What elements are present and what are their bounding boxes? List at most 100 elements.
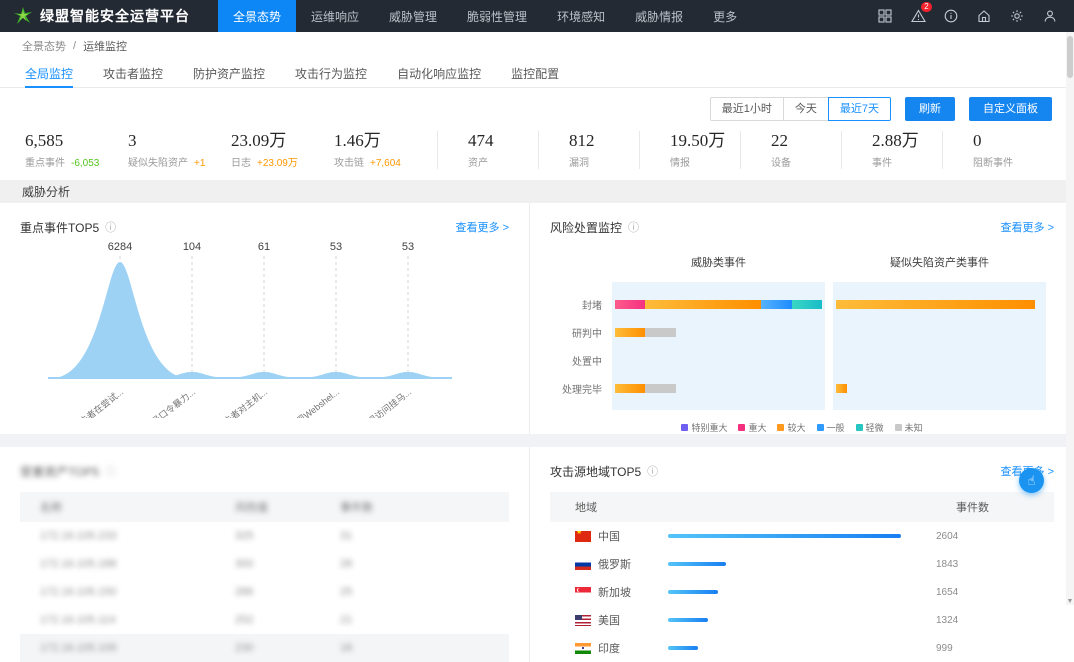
legend-swatch	[817, 424, 824, 431]
kpi-value: 812	[569, 131, 631, 151]
peak-category-label: 攻击者在尝试...	[70, 386, 125, 418]
country-flag-icon-sg	[575, 587, 591, 598]
peak-value-label: 104	[183, 241, 201, 253]
victim-cell-redacted: 31	[340, 530, 445, 542]
user-icon[interactable]	[1042, 8, 1058, 24]
info-circle-icon[interactable]: ⓘ	[105, 219, 116, 235]
time-range-last-7-days[interactable]: 最近7天	[828, 97, 891, 121]
region-table-rows: 中国2604俄罗斯1843新加坡1654美国1324印度999	[550, 522, 1054, 662]
risk-row-label: 研判中	[550, 325, 612, 340]
region-table-row: 美国1324	[550, 606, 1054, 634]
risk-bar-cell	[833, 346, 1046, 374]
kpi-value: 6,585	[25, 131, 120, 151]
victim-cell-redacted: 230	[235, 642, 340, 654]
kpi-value: 22	[771, 131, 833, 151]
victim-panel-title-redacted: 受害资产TOP5	[20, 463, 99, 480]
risk-bar-cell	[612, 402, 825, 410]
legend-swatch	[895, 424, 902, 431]
risk-bar-cell	[833, 282, 1046, 290]
nav-item-threat-intel[interactable]: 威胁情报	[620, 0, 698, 32]
kpi-value: 23.09万	[231, 131, 326, 151]
nav-item-more[interactable]: 更多	[698, 0, 752, 32]
time-range-today[interactable]: 今天	[783, 97, 829, 121]
main-menu: 全景态势 运维响应 威胁管理 脆弱性管理 环境感知 威胁情报 更多	[218, 0, 752, 32]
time-range-last-hour[interactable]: 最近1小时	[710, 97, 784, 121]
victim-assets-panel: 受害资产TOP5 ⓘ 名称 风险值 事件数 172.16.105.2333253…	[0, 447, 530, 662]
top-events-view-more-link[interactable]: 查看更多 >	[456, 219, 510, 235]
risk-row-label: 处置中	[550, 353, 612, 368]
tab-monitor-config[interactable]: 监控配置	[511, 59, 559, 87]
nav-item-panorama[interactable]: 全景态势	[218, 0, 296, 32]
tab-global-monitor[interactable]: 全局监控	[25, 59, 73, 87]
region-table-row: 新加坡1654	[550, 578, 1054, 606]
region-col-region: 地域	[550, 499, 597, 515]
victim-cell-redacted: 252	[235, 614, 340, 626]
legend-label: 较大	[787, 421, 805, 434]
apps-grid-icon[interactable]	[877, 8, 893, 24]
hand-pointer-icon[interactable]: ☝	[1019, 468, 1044, 493]
victim-cell-redacted: 172.16.105.114	[20, 614, 235, 626]
victim-cell-redacted: 172.16.105.188	[20, 558, 235, 570]
kpi-stat: 0阻断事件	[942, 131, 1043, 169]
alert-triangle-icon[interactable]: 2	[910, 8, 926, 24]
gear-icon[interactable]	[1009, 8, 1025, 24]
info-circle-icon[interactable]: ⓘ	[647, 463, 658, 479]
legend-item: 重大	[738, 421, 766, 434]
section-divider	[0, 434, 1074, 447]
region-panel-title: 攻击源地域TOP5	[550, 463, 641, 480]
scrollbar-thumb[interactable]	[1067, 36, 1073, 78]
victim-cell-redacted: 28	[340, 558, 445, 570]
legend-swatch	[738, 424, 745, 431]
victim-cell-redacted: 18	[340, 642, 445, 654]
risk-panel-view-more-link[interactable]: 查看更多 >	[1001, 219, 1055, 235]
peak-category-label: 账号口令暴力...	[142, 386, 197, 418]
risk-row-label: 封堵	[550, 297, 612, 312]
home-icon[interactable]	[976, 8, 992, 24]
breadcrumb-root[interactable]: 全景态势	[22, 38, 66, 54]
nav-item-ops-response[interactable]: 运维响应	[296, 0, 374, 32]
top-panels: 重点事件TOP5 ⓘ 查看更多 > 6284攻击者在尝试...104账号口令暴力…	[0, 203, 1074, 434]
victim-cell-redacted: 172.16.105.233	[20, 530, 235, 542]
alert-count-badge: 2	[921, 2, 932, 12]
custom-panel-button[interactable]: 自定义面板	[969, 97, 1052, 121]
risk-col-threat-events: 威胁类事件	[612, 254, 825, 270]
legend-item: 较大	[777, 421, 805, 434]
risk-bar-segment	[792, 300, 822, 309]
info-circle-icon[interactable]	[943, 8, 959, 24]
tab-protected-assets-monitor[interactable]: 防护资产监控	[193, 59, 265, 87]
tab-auto-response-monitor[interactable]: 自动化响应监控	[397, 59, 481, 87]
nav-item-threat-mgmt[interactable]: 威胁管理	[374, 0, 452, 32]
refresh-button[interactable]: 刷新	[905, 97, 955, 121]
kpi-label: 重点事件-6,053	[25, 154, 120, 169]
tab-attacker-monitor[interactable]: 攻击者监控	[103, 59, 163, 87]
region-bar-track	[668, 590, 918, 594]
page-scrollbar[interactable]: ▼	[1066, 32, 1074, 605]
info-circle-icon: ⓘ	[105, 463, 116, 479]
kpi-label: 日志+23.09万	[231, 154, 326, 169]
kpi-stat: 23.09万日志+23.09万	[231, 131, 334, 169]
risk-bar-segment	[645, 328, 676, 337]
tab-attack-behavior-monitor[interactable]: 攻击行为监控	[295, 59, 367, 87]
country-flag-icon-ru	[575, 559, 591, 570]
kpi-label: 阻断事件	[973, 154, 1035, 169]
section-title-threat-analysis: 威胁分析	[0, 180, 1074, 203]
region-table-row: 印度999	[550, 634, 1054, 662]
breadcrumb-current: 运维监控	[83, 38, 127, 54]
nav-item-env-awareness[interactable]: 环境感知	[542, 0, 620, 32]
top-events-title: 重点事件TOP5	[20, 219, 99, 236]
risk-bar-cell	[833, 402, 1046, 410]
region-event-count: 1324	[936, 615, 1016, 626]
region-bar-fill	[668, 646, 698, 650]
kpi-value: 2.88万	[872, 131, 934, 151]
scrollbar-down-arrow[interactable]: ▼	[1066, 598, 1074, 605]
peak-value-label: 53	[330, 241, 342, 253]
victim-col-risk: 风险值	[235, 499, 340, 515]
legend-label: 未知	[905, 421, 923, 434]
peak-value-label: 53	[402, 241, 414, 253]
legend-label: 特别重大	[691, 421, 727, 434]
kpi-stat: 19.50万情报	[639, 131, 740, 169]
region-table-row: 中国2604	[550, 522, 1054, 550]
info-circle-icon[interactable]: ⓘ	[628, 219, 639, 235]
nav-item-vuln-mgmt[interactable]: 脆弱性管理	[452, 0, 542, 32]
time-filter-row: 最近1小时 今天 最近7天 刷新 自定义面板	[0, 88, 1074, 128]
